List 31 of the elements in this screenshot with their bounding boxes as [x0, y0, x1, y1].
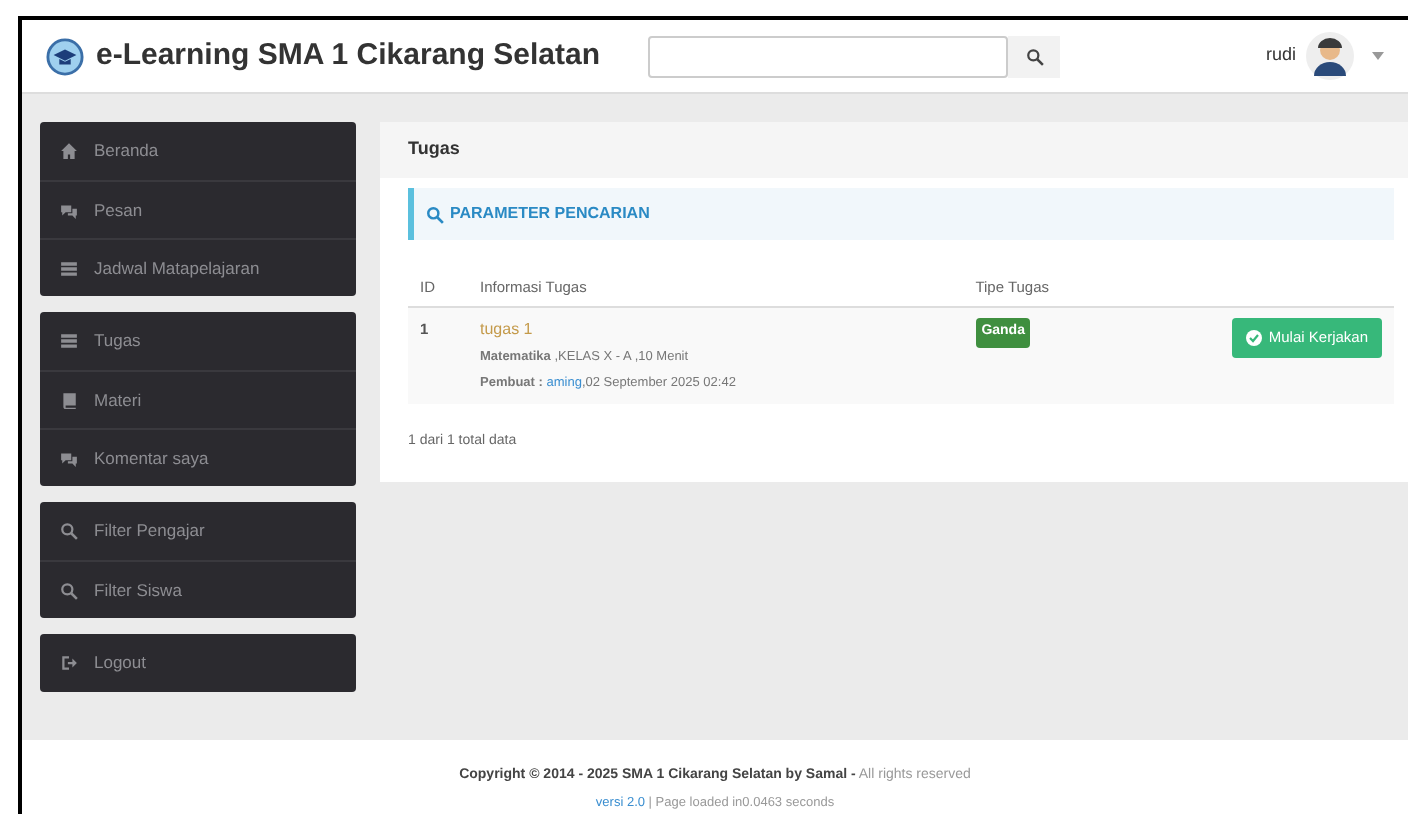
menu-item[interactable]: Materi: [40, 370, 356, 428]
book-icon: [60, 391, 78, 409]
menu-item[interactable]: Logout: [40, 634, 356, 692]
search-button[interactable]: [1008, 35, 1061, 77]
chat-icon: [60, 201, 78, 219]
search-icon: [60, 522, 78, 540]
menu-item[interactable]: Filter Pengajar: [40, 502, 356, 560]
menu-item[interactable]: Filter Siswa: [40, 560, 356, 618]
caret-icon: [1372, 52, 1384, 60]
search-icon: [60, 581, 78, 599]
menu-item[interactable]: Jadwal Matapelajaran: [40, 238, 356, 296]
search-icon: [426, 205, 444, 223]
search-field[interactable]: [648, 35, 1009, 77]
panel-title: Tugas: [380, 122, 1408, 178]
site-title: e-Learning SMA 1 Cikarang Selatan: [96, 35, 601, 76]
user-name[interactable]: rudi: [1265, 42, 1296, 70]
menu-item[interactable]: Tugas: [40, 312, 356, 370]
search-parameters-toggle[interactable]: PARAMETER PENCARIAN: [408, 188, 1394, 240]
chat-icon: [60, 449, 78, 467]
menu-item[interactable]: Pesan: [40, 180, 356, 238]
check-circle-icon: [1246, 329, 1263, 346]
home-icon: [60, 142, 78, 160]
search-icon: [1025, 47, 1044, 65]
logo-icon: [46, 37, 84, 75]
logout-icon: [60, 654, 78, 672]
avatar-icon: [1304, 30, 1356, 82]
menu-item[interactable]: Beranda: [40, 122, 356, 180]
task-link[interactable]: tugas 1: [480, 320, 533, 339]
list-icon: [60, 259, 78, 277]
list-icon: [60, 332, 78, 350]
menu-item[interactable]: Komentar saya: [40, 428, 356, 486]
